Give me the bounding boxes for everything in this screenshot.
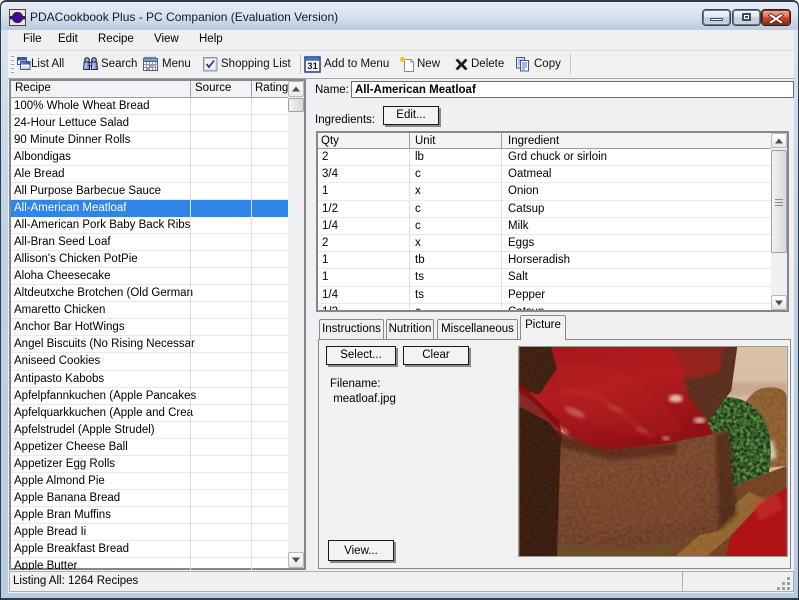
svg-text:31: 31 (307, 61, 318, 72)
